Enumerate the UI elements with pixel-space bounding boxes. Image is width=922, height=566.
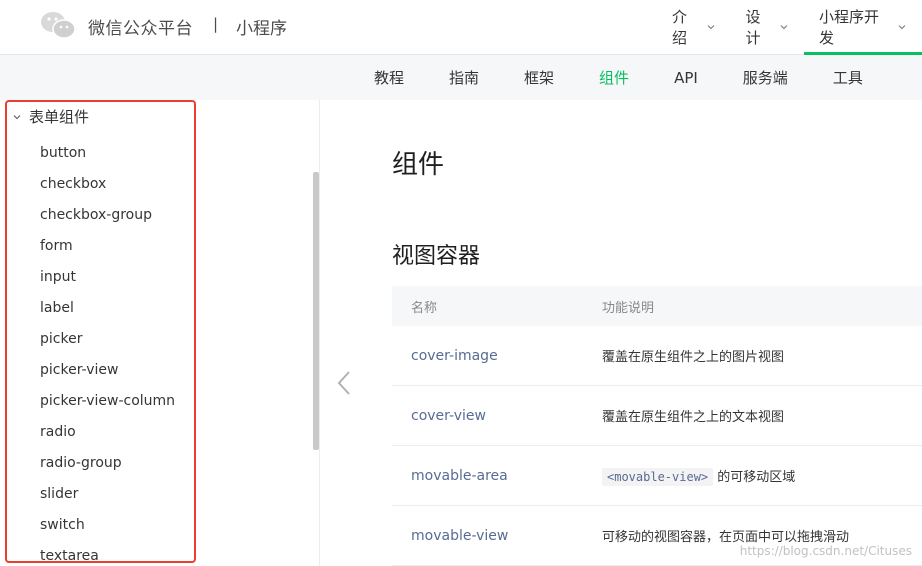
sub-header: 教程 指南 框架 组件 API 服务端 工具 — [0, 55, 922, 100]
sidebar-item-textarea[interactable]: textarea — [40, 546, 175, 566]
top-nav-label: 介绍 — [672, 8, 688, 47]
chevron-down-icon — [13, 114, 21, 119]
sub-nav-guide[interactable]: 指南 — [449, 55, 479, 100]
sidebar-item-picker-view-column[interactable]: picker-view-column — [40, 391, 175, 422]
inline-code: <movable-view> — [602, 468, 714, 486]
component-link-cover-view[interactable]: cover-view — [411, 408, 486, 424]
watermark-text: https://blog.csdn.net/Cituses — [739, 544, 912, 558]
sidebar-item-checkbox-group[interactable]: checkbox-group — [40, 205, 175, 236]
sidebar-item-label[interactable]: label — [40, 298, 175, 329]
sidebar-scrollbar[interactable] — [313, 172, 319, 450]
top-nav: 介绍 设计 小程序开发 — [657, 0, 922, 55]
sidebar-item-slider[interactable]: slider — [40, 484, 175, 515]
table-row: cover-image 覆盖在原生组件之上的图片视图 — [392, 326, 922, 386]
sub-nav-server[interactable]: 服务端 — [743, 55, 788, 100]
sidebar-group-label: 表单组件 — [29, 108, 90, 126]
sidebar-item-radio[interactable]: radio — [40, 422, 175, 453]
sub-nav-api[interactable]: API — [674, 55, 698, 100]
sidebar-item-radio-group[interactable]: radio-group — [40, 453, 175, 484]
sub-nav-tutorial[interactable]: 教程 — [374, 55, 404, 100]
chevron-down-icon — [898, 25, 906, 30]
page-title: 组件 — [392, 150, 445, 180]
components-table: 名称 功能说明 cover-image 覆盖在原生组件之上的图片视图 cover… — [392, 286, 922, 566]
component-link-movable-view[interactable]: movable-view — [411, 528, 508, 544]
product-name[interactable]: 小程序 — [236, 14, 287, 39]
sub-nav-tools[interactable]: 工具 — [833, 55, 863, 100]
top-nav-design[interactable]: 设计 — [731, 0, 805, 54]
component-description: <movable-view> 的可移动区域 — [602, 466, 922, 486]
sidebar-group-form-components[interactable]: 表单组件 — [12, 106, 89, 127]
brand-name[interactable]: 微信公众平台 — [88, 14, 193, 39]
top-nav-label: 小程序开发 — [819, 8, 880, 47]
component-link-cover-image[interactable]: cover-image — [411, 348, 498, 364]
description-text: 的可移动区域 — [713, 470, 796, 485]
main-content: 组件 视图容器 名称 功能说明 cover-image 覆盖在原生组件之上的图片… — [321, 100, 922, 566]
sidebar-item-button[interactable]: button — [40, 143, 175, 174]
sidebar: 表单组件 button checkbox checkbox-group form… — [0, 100, 320, 566]
component-description: 覆盖在原生组件之上的图片视图 — [602, 350, 785, 365]
top-header: 微信公众平台 | 小程序 介绍 设计 小程序开发 — [0, 0, 922, 55]
sidebar-item-picker[interactable]: picker — [40, 329, 175, 360]
sidebar-item-picker-view[interactable]: picker-view — [40, 360, 175, 391]
table-header: 名称 功能说明 — [392, 286, 922, 326]
top-nav-miniprogram-dev[interactable]: 小程序开发 — [804, 0, 922, 55]
sidebar-item-checkbox[interactable]: checkbox — [40, 174, 175, 205]
component-link-movable-area[interactable]: movable-area — [411, 468, 508, 484]
wechat-logo-icon[interactable] — [40, 10, 76, 40]
brand-separator: | — [213, 15, 219, 33]
table-row: movable-area <movable-view> 的可移动区域 — [392, 446, 922, 506]
sub-nav-components[interactable]: 组件 — [599, 55, 629, 100]
sub-nav-framework[interactable]: 框架 — [524, 55, 554, 100]
top-nav-intro[interactable]: 介绍 — [657, 0, 731, 54]
column-header-description: 功能说明 — [602, 300, 655, 316]
sidebar-item-input[interactable]: input — [40, 267, 175, 298]
sub-nav: 教程 指南 框架 组件 API 服务端 工具 — [374, 55, 908, 100]
sidebar-item-form[interactable]: form — [40, 236, 175, 267]
chevron-down-icon — [707, 25, 714, 30]
component-description: 可移动的视图容器，在页面中可以拖拽滑动 — [602, 530, 850, 545]
table-row: cover-view 覆盖在原生组件之上的文本视图 — [392, 386, 922, 446]
chevron-left-icon[interactable] — [336, 370, 352, 396]
sidebar-list: button checkbox checkbox-group form inpu… — [40, 143, 175, 566]
column-header-name: 名称 — [411, 300, 438, 316]
chevron-down-icon — [780, 25, 788, 30]
top-nav-label: 设计 — [745, 8, 761, 47]
sidebar-item-switch[interactable]: switch — [40, 515, 175, 546]
section-title: 视图容器 — [392, 244, 481, 269]
component-description: 覆盖在原生组件之上的文本视图 — [602, 410, 785, 425]
